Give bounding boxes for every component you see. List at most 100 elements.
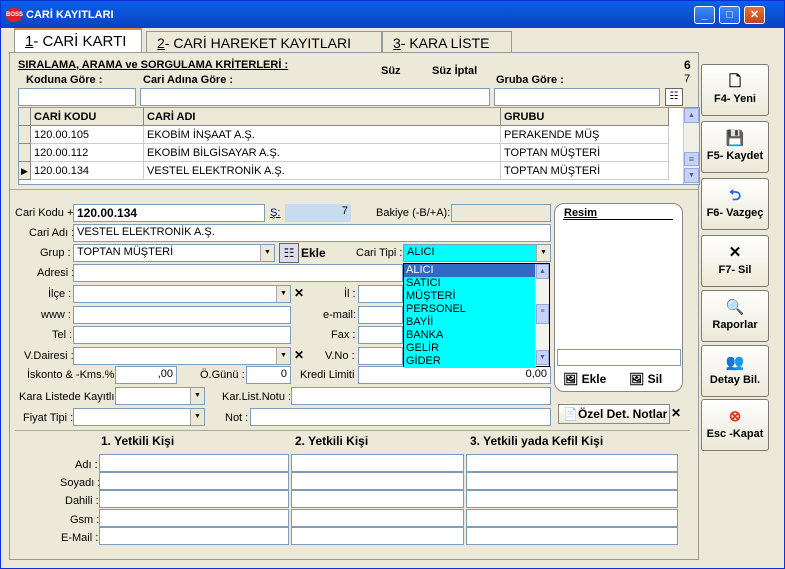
kara-liste-select[interactable]: ▼ — [115, 387, 205, 405]
email-input[interactable] — [358, 306, 403, 324]
add-group-icon[interactable]: ☷ — [279, 243, 299, 263]
add-group-button[interactable]: Ekle — [301, 246, 326, 260]
chevron-down-icon[interactable]: ▼ — [536, 245, 550, 261]
chevron-down-icon[interactable]: ▼ — [276, 286, 290, 302]
vno-input[interactable] — [358, 347, 403, 365]
table-row[interactable]: TOPTAN MÜŞTERİ — [501, 144, 669, 162]
contact1-ad-input[interactable] — [99, 454, 289, 472]
ogunu-input[interactable]: 0 — [246, 366, 291, 384]
contact1-dahili-input[interactable] — [99, 490, 289, 508]
option-bayii[interactable]: BAYİİ — [404, 316, 536, 329]
option-gelir[interactable]: GELİR — [404, 342, 536, 355]
table-row[interactable]: 120.00.105 — [31, 126, 144, 144]
contact2-email-input[interactable] — [291, 527, 464, 545]
minimize-button[interactable]: _ — [694, 6, 715, 24]
contact3-gsm-input[interactable] — [466, 509, 678, 527]
chevron-down-icon[interactable]: ▼ — [276, 348, 290, 364]
reports-button[interactable]: 🔍 Raporlar — [701, 290, 769, 342]
table-row[interactable]: 120.00.112 — [31, 144, 144, 162]
delete-picture-icon: 🖼 — [629, 372, 648, 386]
close-button[interactable]: ✕ — [744, 6, 765, 24]
tab-cari-hareket[interactable]: 2- CARİ HAREKET KAYITLARI — [146, 31, 382, 52]
cari-kodu-input[interactable]: 120.00.134 — [73, 204, 265, 222]
table-row[interactable]: EKOBİM BİLGİSAYAR A.Ş. — [144, 144, 501, 162]
fax-input[interactable] — [358, 326, 403, 344]
close-form-button[interactable]: ⊗ Esc -Kapat — [701, 399, 769, 451]
table-row[interactable]: VESTEL ELEKTRONİK A.Ş. — [144, 162, 501, 180]
chevron-down-icon[interactable]: ▼ — [260, 245, 274, 261]
contact3-email-input[interactable] — [466, 527, 678, 545]
contact1-gsm-input[interactable] — [99, 509, 289, 527]
grup-select[interactable]: TOPTAN MÜŞTERİ ▼ — [73, 244, 275, 262]
clear-notes-icon[interactable]: ✕ — [671, 406, 681, 420]
grid-scrollbar[interactable]: ▲ ≡ ▼ — [683, 108, 699, 184]
karlist-notu-input[interactable] — [291, 387, 551, 405]
contact2-dahili-input[interactable] — [291, 490, 464, 508]
option-banka[interactable]: BANKA — [404, 329, 536, 342]
contact3-dahili-input[interactable] — [466, 490, 678, 508]
scroll-up-icon[interactable]: ▲ — [684, 108, 699, 123]
table-row[interactable]: PERAKENDE MÜŞ — [501, 126, 669, 144]
maximize-button[interactable]: □ — [719, 6, 740, 24]
group-picker-icon[interactable]: ☷ — [665, 88, 683, 106]
scroll-down-icon[interactable]: ▼ — [536, 350, 549, 365]
tab-kara-liste[interactable]: 3- KARA LİSTE — [382, 31, 512, 52]
option-satici[interactable]: SATICI — [404, 277, 536, 290]
option-gider[interactable]: GİDER — [404, 355, 536, 368]
il-input[interactable] — [358, 285, 403, 303]
cari-tipi-select[interactable]: ALICI ▼ — [403, 244, 551, 262]
filter-cancel-button[interactable]: Süz İptal — [432, 65, 477, 77]
detail-button[interactable]: 👥 Detay Bil. — [701, 345, 769, 397]
adres-input[interactable] — [73, 264, 403, 282]
tab-cari-karti[interactable]: 1- CARİ KARTI — [14, 28, 142, 52]
not-input[interactable] — [250, 408, 551, 426]
contact2-gsm-input[interactable] — [291, 509, 464, 527]
kredi-input[interactable]: 0,00 — [358, 366, 551, 384]
col-header-code[interactable]: CARİ KODU — [31, 108, 144, 126]
col-header-group[interactable]: GRUBU — [501, 108, 669, 126]
iskonto-input[interactable]: ,00 — [115, 366, 177, 384]
scroll-thumb[interactable]: ≡ — [684, 152, 699, 166]
picture-path-input[interactable] — [557, 349, 681, 366]
cari-tipi-dropdown[interactable]: ALICI SATICI MÜŞTERİ PERSONEL BAYİİ BANK… — [403, 263, 550, 368]
option-alici[interactable]: ALICI — [404, 264, 536, 277]
www-input[interactable] — [73, 306, 291, 324]
delete-button[interactable]: ✕ F7- Sil — [701, 235, 769, 287]
ozel-notlar-button[interactable]: 📄Özel Det. Notlar — [558, 404, 670, 424]
table-row[interactable]: 120.00.134 — [31, 162, 144, 180]
new-button[interactable]: 🗋 F4- Yeni — [701, 64, 769, 116]
cancel-button[interactable]: ⮌ F6- Vazgeç — [701, 178, 769, 230]
search-code-input[interactable] — [18, 88, 136, 106]
filter-button[interactable]: Süz — [381, 65, 401, 77]
search-name-input[interactable] — [140, 88, 490, 106]
contact1-email-input[interactable] — [99, 527, 289, 545]
cari-adi-input[interactable]: VESTEL ELEKTRONİK A.Ş. — [73, 224, 551, 242]
option-personel[interactable]: PERSONEL — [404, 303, 536, 316]
delete-picture-button[interactable]: 🖼 Sil — [629, 372, 662, 386]
save-button[interactable]: 💾 F5- Kaydet — [701, 121, 769, 173]
ilce-select[interactable]: ▼ — [73, 285, 291, 303]
fiyat-tipi-select[interactable]: ▼ — [73, 408, 205, 426]
search-group-input[interactable] — [494, 88, 660, 106]
option-musteri[interactable]: MÜŞTERİ — [404, 290, 536, 303]
scroll-up-icon[interactable]: ▲ — [536, 264, 549, 279]
table-row[interactable]: EKOBİM İNŞAAT A.Ş. — [144, 126, 501, 144]
contact3-soyad-input[interactable] — [466, 472, 678, 490]
contact3-ad-input[interactable] — [466, 454, 678, 472]
contact1-soyad-input[interactable] — [99, 472, 289, 490]
scroll-thumb[interactable]: ≡ — [536, 304, 549, 324]
add-picture-button[interactable]: 🖼 Ekle — [563, 372, 606, 386]
chevron-down-icon[interactable]: ▼ — [190, 409, 204, 425]
dropdown-scrollbar[interactable]: ▲ ≡ ▼ — [535, 264, 549, 366]
scroll-down-icon[interactable]: ▼ — [684, 168, 699, 183]
table-row[interactable]: TOPTAN MÜŞTERİ — [501, 162, 669, 180]
tel-input[interactable] — [73, 326, 291, 344]
col-header-name[interactable]: CARİ ADI — [144, 108, 501, 126]
contact2-ad-input[interactable] — [291, 454, 464, 472]
clear-vdairesi-icon[interactable]: ✕ — [294, 348, 304, 362]
clear-ilce-icon[interactable]: ✕ — [294, 286, 304, 300]
contact2-soyad-input[interactable] — [291, 472, 464, 490]
cari-grid[interactable]: CARİ KODU CARİ ADI GRUBU 120.00.105 EKOB… — [18, 107, 700, 185]
vdairesi-select[interactable]: ▼ — [73, 347, 291, 365]
chevron-down-icon[interactable]: ▼ — [190, 388, 204, 404]
